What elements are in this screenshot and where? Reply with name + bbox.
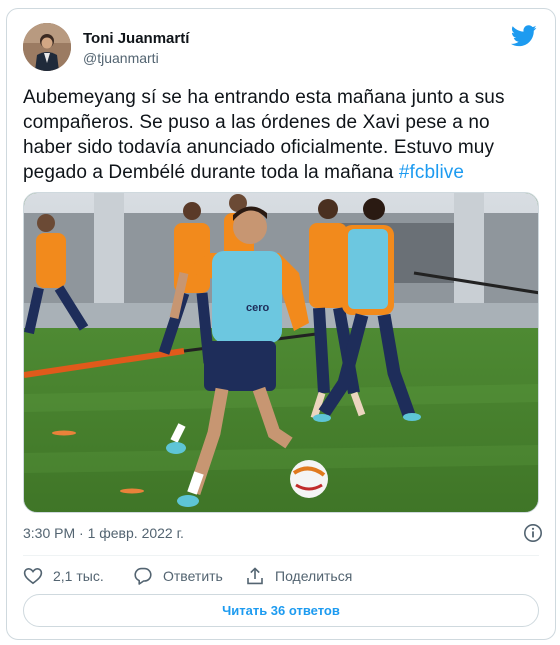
hashtag-link[interactable]: #fcblive [399,162,464,183]
share-label: Поделиться [275,568,353,584]
like-button[interactable]: 2,1 тыс. [23,564,104,588]
twitter-bird-icon[interactable] [511,25,537,47]
svg-text:cero: cero [246,302,270,314]
timestamp[interactable]: 3:30 PM · 1 февр. 2022 г. [23,525,184,541]
avatar[interactable] [23,23,71,71]
author-handle[interactable]: @tjuanmarti [83,49,189,68]
speech-bubble-icon [134,567,152,585]
tweet-meta: 3:30 PM · 1 февр. 2022 г. [23,523,543,545]
author-name[interactable]: Toni Juanmartí [83,29,189,48]
heart-icon [23,567,43,585]
reply-button[interactable]: Ответить [133,564,223,588]
share-upload-icon [247,567,263,585]
training-photo: cero [24,193,538,512]
read-replies-button[interactable]: Читать 36 ответов [23,594,539,627]
tweet-photo[interactable]: cero [23,192,539,513]
tweet-header: Toni Juanmartí @tjuanmarti [23,23,539,75]
tweet-card: Toni Juanmartí @tjuanmarti Aubemeyang sí… [6,8,556,640]
info-icon[interactable] [523,523,543,543]
action-bar: 2,1 тыс. Ответить Поделиться [23,564,543,588]
read-replies-label: Читать 36 ответов [222,603,340,618]
tweet-text: Aubemeyang sí se ha entrando esta mañana… [23,85,543,185]
divider [23,555,539,556]
like-count: 2,1 тыс. [53,568,104,584]
reply-label: Ответить [163,568,223,584]
author-info: Toni Juanmartí @tjuanmarti [83,29,189,68]
share-button[interactable]: Поделиться [245,564,352,588]
